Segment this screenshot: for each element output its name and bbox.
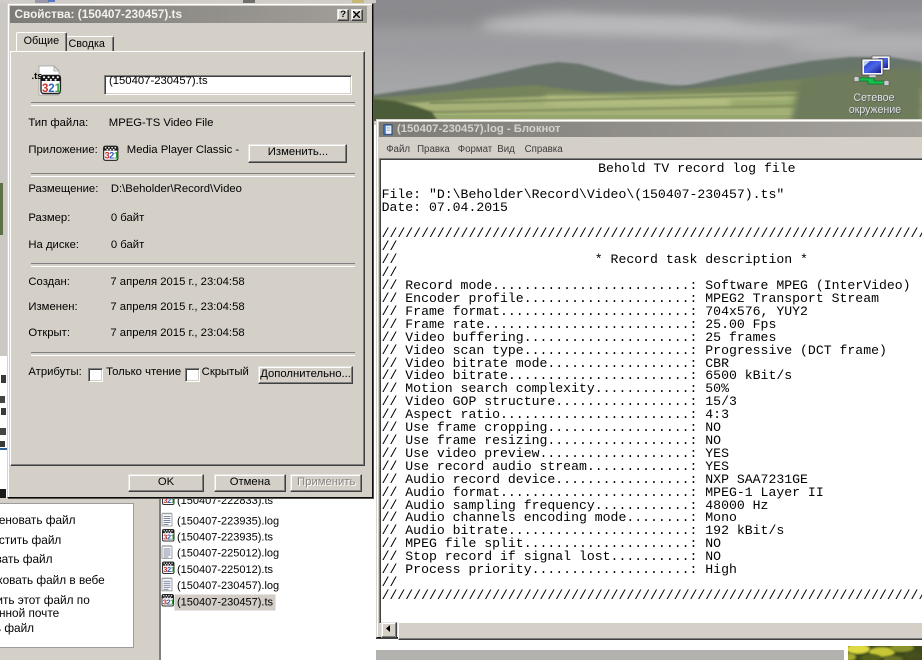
svg-text:(150407-223935).log: (150407-223935).log — [177, 515, 279, 527]
svg-text:(150407-230457).ts: (150407-230457).ts — [177, 596, 274, 608]
svg-text:(150407-225012).log: (150407-225012).log — [177, 548, 279, 560]
svg-text:1: 1 — [55, 83, 62, 95]
svg-text:(150407-225012).ts: (150407-225012).ts — [177, 564, 274, 576]
svg-text:Сетевое: Сетевое — [853, 92, 894, 104]
svg-text:окружение: окружение — [849, 104, 901, 116]
svg-text:(150407-223935).ts: (150407-223935).ts — [177, 532, 274, 544]
svg-text:(150407-230457).log: (150407-230457).log — [177, 580, 279, 592]
svg-text:1: 1 — [114, 151, 119, 161]
